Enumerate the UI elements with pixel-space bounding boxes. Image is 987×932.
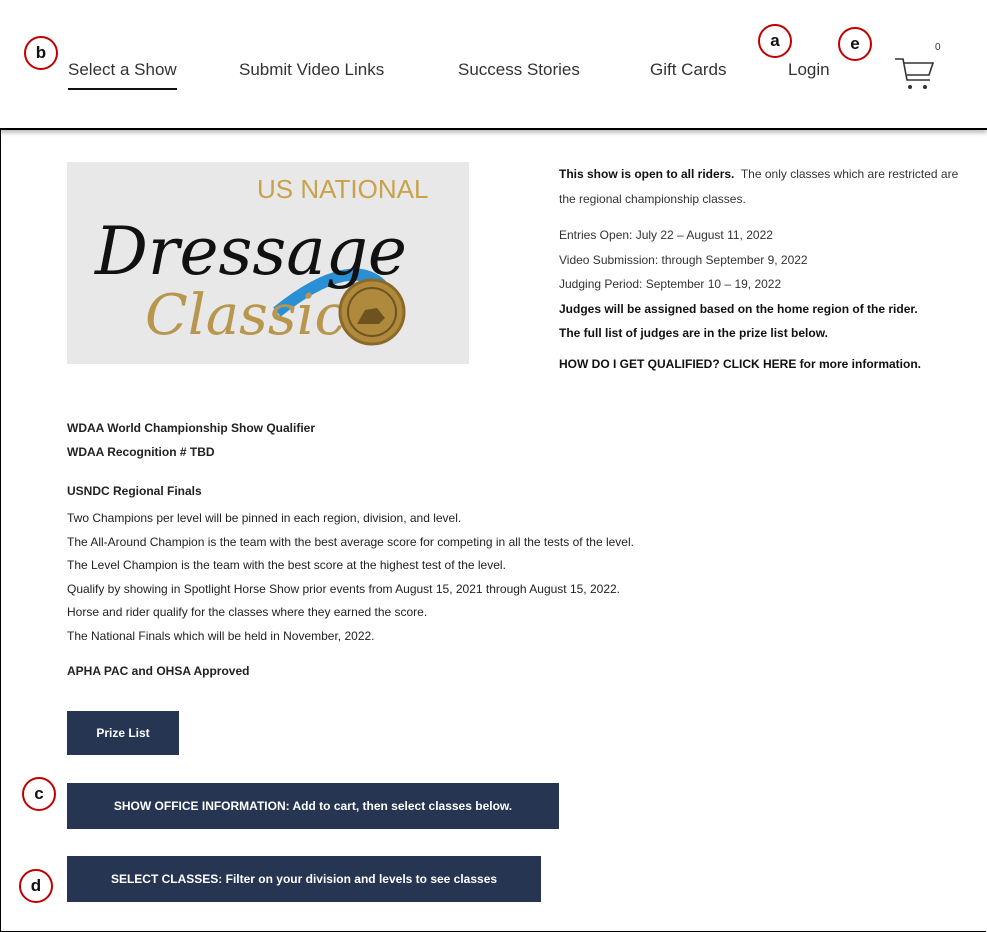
nav-gift-cards[interactable]: Gift Cards bbox=[650, 60, 727, 80]
usndc-line: Horse and rider qualify for the classes … bbox=[67, 605, 428, 619]
site-header: Select a Show Submit Video Links Success… bbox=[0, 0, 987, 130]
usndc-details: Two Champions per level will be pinned i… bbox=[67, 507, 634, 648]
judges-list-note: The full list of judges are in the prize… bbox=[559, 326, 828, 340]
nav-select-a-show[interactable]: Select a Show bbox=[68, 60, 177, 90]
callout-a: a bbox=[758, 24, 792, 58]
show-logo: US NATIONAL Dressage Classic bbox=[67, 162, 469, 364]
usndc-line: Qualify by showing in Spotlight Horse Sh… bbox=[67, 581, 621, 596]
judges-assignment: Judges will be assigned based on the hom… bbox=[559, 301, 918, 316]
select-classes-button[interactable]: SELECT CLASSES: Filter on your division … bbox=[67, 856, 541, 902]
usndc-line: The National Finals which will be held i… bbox=[67, 628, 375, 643]
nav-success-stories[interactable]: Success Stories bbox=[458, 60, 580, 80]
callout-b: b bbox=[24, 36, 58, 70]
cart-icon[interactable] bbox=[893, 52, 935, 94]
usndc-title: USNDC Regional Finals bbox=[67, 484, 202, 498]
wdaa-recognition: WDAA Recognition # TBD bbox=[67, 445, 215, 459]
show-office-button[interactable]: SHOW OFFICE INFORMATION: Add to cart, th… bbox=[67, 783, 559, 829]
prize-list-button[interactable]: Prize List bbox=[67, 711, 179, 755]
judging-period: Judging Period: September 10 – 19, 2022 bbox=[559, 277, 782, 291]
video-submission: Video Submission: through September 9, 2… bbox=[559, 252, 808, 267]
entries-open: Entries Open: July 22 – August 11, 2022 bbox=[559, 228, 773, 242]
usndc-line: The Level Champion is the team with the … bbox=[67, 558, 506, 572]
usndc-line: Two Champions per level will be pinned i… bbox=[67, 511, 462, 525]
nav-login[interactable]: Login bbox=[788, 60, 830, 80]
callout-e: e bbox=[838, 27, 872, 61]
open-to-all: This show is open to all riders. The onl… bbox=[559, 167, 959, 206]
approved-note: APHA PAC and OHSA Approved bbox=[67, 664, 250, 678]
cart-count: 0 bbox=[935, 42, 941, 53]
logo-line1: US NATIONAL bbox=[257, 174, 428, 204]
wdaa-qualifier: WDAA World Championship Show Qualifier bbox=[67, 421, 315, 435]
callout-d: d bbox=[19, 869, 53, 903]
qualify-link[interactable]: HOW DO I GET QUALIFIED? CLICK HERE for m… bbox=[559, 352, 969, 377]
nav-submit-video-links[interactable]: Submit Video Links bbox=[239, 60, 384, 80]
callout-c: c bbox=[22, 777, 56, 811]
logo-line3: Classic bbox=[145, 283, 346, 348]
usndc-line: The All-Around Champion is the team with… bbox=[67, 534, 634, 549]
logo-line2: Dressage bbox=[94, 213, 407, 290]
show-info: This show is open to all riders. The onl… bbox=[559, 162, 969, 376]
